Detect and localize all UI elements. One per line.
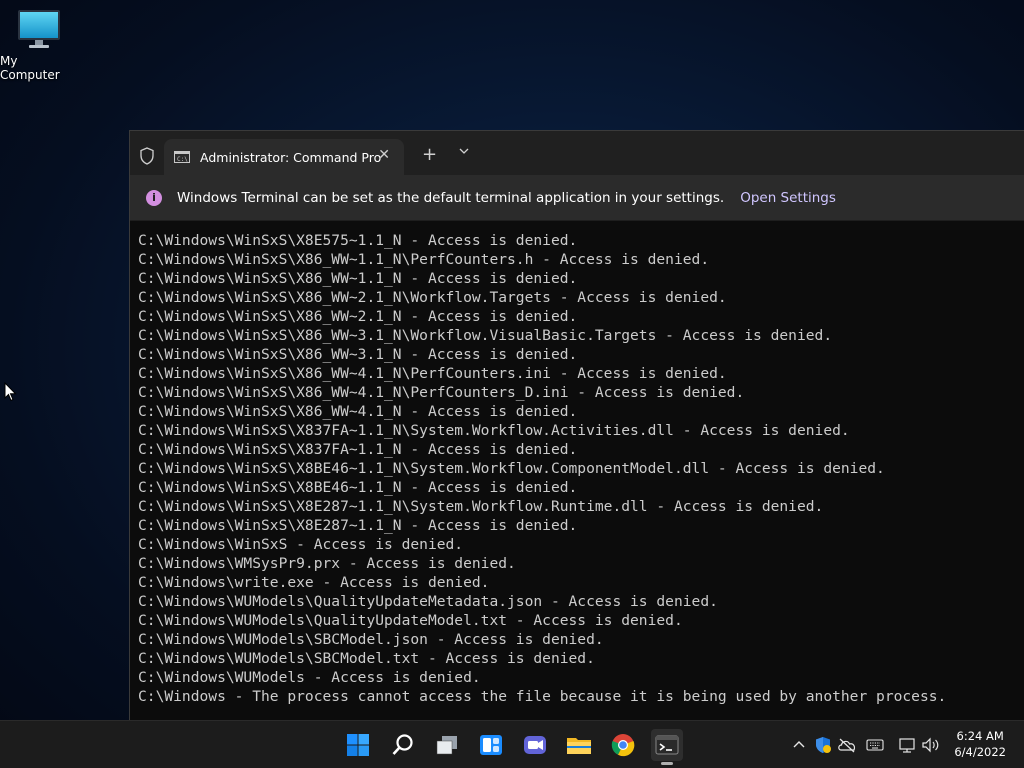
network-icon[interactable] bbox=[897, 735, 917, 755]
console-line: C:\Windows\WUModels\QualityUpdateMetadat… bbox=[138, 593, 718, 610]
onedrive-icon[interactable] bbox=[837, 735, 857, 755]
tab-command-prompt[interactable]: C:\ Administrator: Command Pro ✕ bbox=[164, 139, 404, 175]
console-line: C:\Windows\WinSxS\X8E287~1.1_N - Access … bbox=[138, 517, 578, 534]
active-app-indicator bbox=[661, 762, 673, 765]
console-line: C:\Windows\WUModels\QualityUpdateModel.t… bbox=[138, 612, 683, 629]
console-line: C:\Windows\WinSxS\X86_WW~1.1_N - Access … bbox=[138, 270, 578, 287]
console-line: C:\Windows - The process cannot access t… bbox=[138, 688, 947, 705]
terminal-icon[interactable] bbox=[651, 729, 683, 765]
console-line: C:\Windows\WinSxS\X8BE46~1.1_N - Access … bbox=[138, 479, 578, 496]
console-line: C:\Windows\WinSxS\X86_WW~2.1_N - Access … bbox=[138, 308, 578, 325]
chrome-icon[interactable] bbox=[607, 729, 639, 761]
system-clock[interactable]: 6:24 AM 6/4/2022 bbox=[954, 728, 1006, 760]
keyboard-icon[interactable] bbox=[865, 735, 885, 755]
task-view-icon[interactable] bbox=[431, 729, 463, 761]
console-line: C:\Windows\WinSxS\X86_WW~4.1_N - Access … bbox=[138, 403, 578, 420]
info-message: Windows Terminal can be set as the defau… bbox=[177, 189, 725, 206]
security-icon[interactable] bbox=[813, 735, 833, 755]
console-line: C:\Windows\WinSxS\X86_WW~4.1_N\PerfCount… bbox=[138, 365, 727, 382]
chevron-up-icon[interactable] bbox=[789, 735, 809, 755]
chat-icon[interactable] bbox=[519, 729, 551, 761]
console-line: C:\Windows\WinSxS\X86_WW~4.1_N\PerfCount… bbox=[138, 384, 745, 401]
svg-text:C:\: C:\ bbox=[177, 156, 188, 162]
console-line: C:\Windows\WinSxS\X86_WW~1.1_N\PerfCount… bbox=[138, 251, 710, 268]
cmd-icon: C:\ bbox=[174, 151, 190, 163]
volume-icon[interactable] bbox=[921, 735, 941, 755]
console-line: C:\Windows\WinSxS\X8E287~1.1_N\System.Wo… bbox=[138, 498, 824, 515]
close-icon[interactable]: ✕ bbox=[378, 147, 390, 163]
terminal-window[interactable]: C:\ Administrator: Command Pro ✕ + i Win… bbox=[129, 130, 1024, 720]
monitor-icon bbox=[16, 8, 62, 50]
console-line: C:\Windows\WinSxS\X8E575~1.1_N - Access … bbox=[138, 232, 578, 249]
console-line: C:\Windows\WMSysPr9.prx - Access is deni… bbox=[138, 555, 516, 572]
info-bar: i Windows Terminal can be set as the def… bbox=[130, 175, 1024, 221]
console-line: C:\Windows\WinSxS\X86_WW~2.1_N\Workflow.… bbox=[138, 289, 727, 306]
clock-time: 6:24 AM bbox=[956, 729, 1004, 743]
console-line: C:\Windows\WUModels - Access is denied. bbox=[138, 669, 481, 686]
mouse-cursor-icon bbox=[4, 381, 18, 402]
console-line: C:\Windows\WinSxS\X837FA~1.1_N\System.Wo… bbox=[138, 422, 850, 439]
console-line: C:\Windows\WUModels\SBCModel.json - Acce… bbox=[138, 631, 604, 648]
console-line: C:\Windows\WinSxS\X86_WW~3.1_N - Access … bbox=[138, 346, 578, 363]
widgets-icon[interactable] bbox=[475, 729, 507, 761]
console-line: C:\Windows\WinSxS - Access is denied. bbox=[138, 536, 464, 553]
desktop-icon-label: My Computer bbox=[0, 54, 60, 82]
console-line: C:\Windows\WinSxS\X8BE46~1.1_N\System.Wo… bbox=[138, 460, 885, 477]
console-line: C:\Windows\WUModels\SBCModel.txt - Acces… bbox=[138, 650, 595, 667]
clock-date: 6/4/2022 bbox=[954, 745, 1006, 759]
shield-icon bbox=[138, 147, 156, 165]
chevron-down-icon[interactable] bbox=[458, 145, 470, 160]
start-icon[interactable] bbox=[342, 729, 374, 761]
new-tab-button[interactable]: + bbox=[422, 144, 437, 165]
tab-bar: C:\ Administrator: Command Pro ✕ + bbox=[130, 131, 1024, 175]
tab-title: Administrator: Command Pro bbox=[200, 149, 382, 165]
search-icon[interactable] bbox=[387, 729, 419, 761]
console-output[interactable]: C:\Windows\WinSxS\X8E575~1.1_N - Access … bbox=[130, 221, 1024, 706]
open-settings-link[interactable]: Open Settings bbox=[740, 190, 836, 206]
console-line: C:\Windows\WinSxS\X86_WW~3.1_N\Workflow.… bbox=[138, 327, 833, 344]
taskbar: 6:24 AM 6/4/2022 bbox=[0, 720, 1024, 768]
desktop-icon-my-computer[interactable]: My Computer bbox=[0, 8, 78, 82]
file-explorer-icon[interactable] bbox=[563, 729, 595, 761]
console-line: C:\Windows\WinSxS\X837FA~1.1_N - Access … bbox=[138, 441, 578, 458]
console-line: C:\Windows\write.exe - Access is denied. bbox=[138, 574, 490, 591]
info-icon: i bbox=[146, 189, 162, 206]
